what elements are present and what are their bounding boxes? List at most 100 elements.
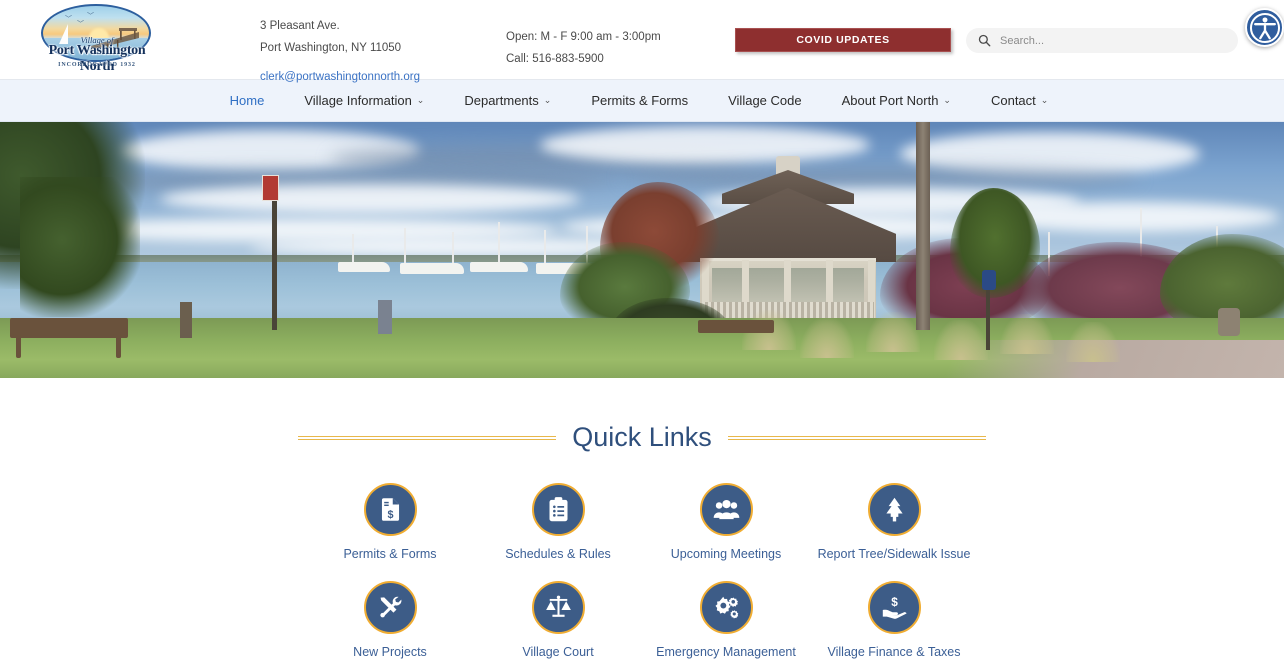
nav-item-permits-forms[interactable]: Permits & Forms — [571, 93, 708, 108]
quick-link-label: Permits & Forms — [343, 547, 437, 561]
document-dollar-icon: $ — [381, 498, 399, 521]
covid-updates-button[interactable]: COVID UPDATES — [735, 28, 951, 52]
svg-text:$: $ — [387, 509, 393, 521]
nav-item-village-code[interactable]: Village Code — [708, 93, 821, 108]
quick-link-icon-circle — [699, 483, 753, 536]
nav-label: Home — [229, 93, 265, 108]
quick-links-title: Quick Links — [572, 422, 712, 452]
svg-text:$: $ — [891, 595, 898, 609]
boat — [400, 263, 464, 274]
chevron-down-icon: ⌄ — [943, 95, 951, 105]
quick-link-icon-circle — [699, 581, 753, 634]
quick-link-icon-circle: $ — [363, 483, 417, 536]
hero-banner-image — [0, 122, 1284, 378]
search-box[interactable] — [966, 28, 1238, 53]
logo-bird-icon: ﹀ — [87, 13, 94, 20]
search-input[interactable] — [1000, 34, 1220, 47]
quick-link-report-tree-sidewalk-issue[interactable]: Report Tree/Sidewalk Issue — [810, 483, 978, 561]
quick-link-icon-circle: $ — [867, 581, 921, 634]
quick-link-label: Village Finance & Taxes — [827, 645, 961, 659]
bench-leg — [16, 336, 21, 358]
posted-sign — [262, 175, 279, 201]
bench-leg — [116, 336, 121, 358]
address-street: 3 Pleasant Ave. — [260, 20, 340, 32]
clipboard-list-icon — [549, 497, 567, 522]
nav-item-departments[interactable]: Departments ⌄ — [444, 93, 571, 108]
quick-link-label: Village Court — [522, 645, 594, 659]
piling — [378, 300, 392, 334]
nav-label: Permits & Forms — [591, 93, 689, 108]
search-icon — [978, 34, 991, 47]
sign-post — [986, 288, 990, 350]
quick-links-header: Quick Links — [0, 422, 1284, 453]
address-block: 3 Pleasant Ave. Port Washington, NY 1105… — [260, 15, 420, 91]
nav-item-home[interactable]: Home — [216, 93, 285, 108]
quick-link-permits-forms[interactable]: $ Permits & Forms — [306, 483, 474, 561]
quick-link-icon-circle — [531, 483, 585, 536]
cloud — [540, 126, 870, 164]
quick-link-village-court[interactable]: Village Court — [474, 581, 642, 659]
office-hours: Open: M - F 9:00 am - 3:00pm — [506, 31, 661, 43]
quick-link-label: Report Tree/Sidewalk Issue — [817, 547, 971, 561]
logo-village-name: Port Washington North — [48, 43, 146, 74]
quick-link-emergency-management[interactable]: Emergency Management — [642, 581, 810, 659]
quick-link-upcoming-meetings[interactable]: Upcoming Meetings — [642, 483, 810, 561]
quick-link-village-finance-taxes[interactable]: $ Village Finance & Taxes — [810, 581, 978, 659]
quick-link-icon-circle — [531, 581, 585, 634]
main-navigation: Home Village Information ⌄ Departments ⌄… — [0, 80, 1284, 122]
quick-link-new-projects[interactable]: New Projects — [306, 581, 474, 659]
scales-of-justice-icon — [545, 595, 571, 617]
utility-pole — [916, 122, 930, 330]
hand-dollar-icon: $ — [882, 595, 907, 619]
quick-link-label: Schedules & Rules — [505, 547, 611, 561]
quick-links-grid: $ Permits & Forms Schedules & Rules Upco… — [0, 483, 1284, 659]
nav-item-about-port-north[interactable]: About Port North ⌄ — [822, 93, 971, 108]
nav-item-village-information[interactable]: Village Information ⌄ — [284, 93, 444, 108]
quick-link-icon-circle — [867, 483, 921, 536]
divider-left — [298, 435, 557, 440]
ornamental-grass — [1000, 314, 1054, 354]
quick-link-label: New Projects — [353, 645, 427, 659]
hours-block: Open: M - F 9:00 am - 3:00pm Call: 516-8… — [506, 26, 661, 71]
tree-icon — [885, 497, 903, 522]
logo-bird-icon: ﹀ — [65, 16, 72, 23]
nav-label: Village Information — [304, 93, 412, 108]
chevron-down-icon: ⌄ — [1040, 95, 1049, 105]
quick-link-label: Emergency Management — [656, 645, 796, 659]
boat — [470, 262, 528, 272]
nav-label: Contact — [990, 93, 1036, 108]
ornamental-grass — [866, 312, 920, 352]
nav-label: Village Code — [728, 93, 802, 108]
accessibility-button[interactable] — [1245, 8, 1284, 47]
divider-right — [727, 435, 986, 440]
tools-icon — [379, 596, 401, 618]
ornamental-grass — [800, 318, 854, 358]
tree — [20, 177, 140, 317]
sailboat-mast — [404, 228, 406, 268]
quick-links-section: Quick Links $ Permits & Forms Schedules … — [0, 378, 1284, 659]
quick-link-schedules-rules[interactable]: Schedules & Rules — [474, 483, 642, 561]
quick-link-label: Upcoming Meetings — [670, 547, 782, 561]
cloud — [160, 184, 580, 214]
site-logo[interactable]: ﹀ ﹀ ﹀ Village of Port Washington North I… — [33, 2, 161, 78]
phone-number: Call: 516-883-5900 — [506, 53, 604, 66]
clerk-email-link[interactable]: clerk@portwashingtonnorth.org — [260, 71, 420, 83]
site-header: ﹀ ﹀ ﹀ Village of Port Washington North I… — [0, 0, 1284, 83]
chevron-down-icon: ⌄ — [543, 95, 552, 105]
sign-post — [272, 200, 277, 330]
boat — [338, 262, 390, 272]
ornamental-grass — [1066, 322, 1120, 362]
village-sign — [982, 270, 996, 290]
nav-label: About Port North — [841, 93, 939, 108]
park-bench — [698, 320, 774, 333]
page-root: ﹀ ﹀ ﹀ Village of Port Washington North I… — [0, 0, 1284, 666]
logo-bird-icon: ﹀ — [77, 21, 84, 28]
park-bench — [10, 318, 128, 338]
gears-icon — [714, 596, 738, 619]
quick-link-icon-circle — [363, 581, 417, 634]
nav-item-contact[interactable]: Contact ⌄ — [971, 93, 1068, 108]
piling — [180, 302, 192, 338]
chevron-down-icon: ⌄ — [416, 95, 425, 105]
address-city-state-zip: Port Washington, NY 11050 — [260, 42, 402, 55]
people-group-icon — [713, 499, 739, 520]
